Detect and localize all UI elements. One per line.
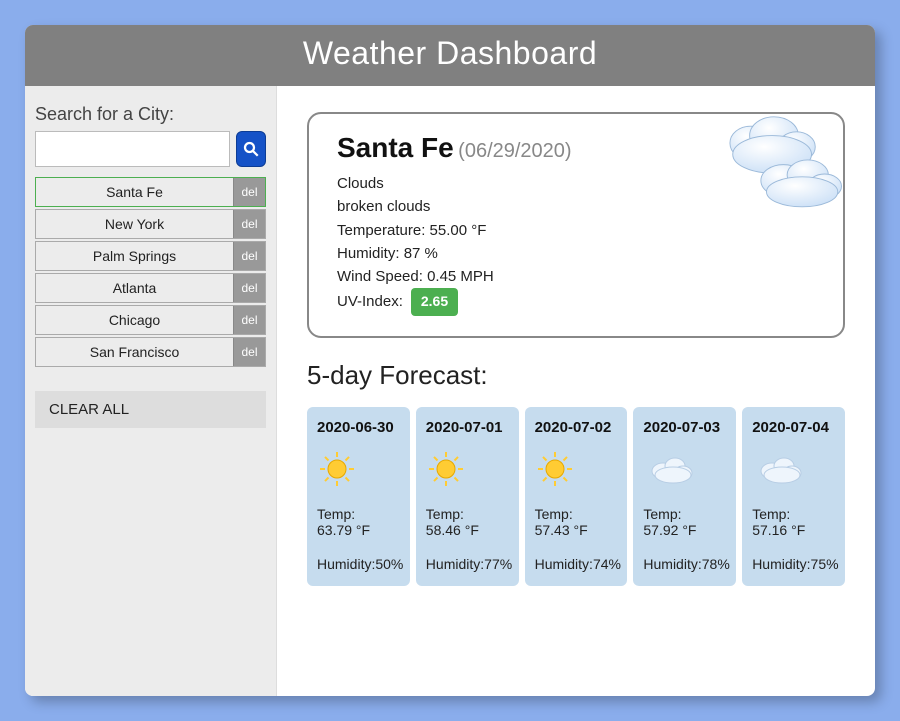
forecast-icon-wrap (752, 446, 835, 492)
history-delete-button[interactable]: del (233, 274, 265, 302)
search-history-list: Santa FedelNew YorkdelPalm SpringsdelAtl… (35, 177, 266, 369)
page-title: Weather Dashboard (25, 25, 875, 86)
temp-value: 55.00 °F (430, 222, 487, 239)
current-city: Santa Fe (337, 132, 454, 163)
sun-icon (535, 449, 575, 489)
forecast-humidity: Humidity:78% (643, 556, 726, 572)
current-weather-card: Santa Fe (06/29/2020) Clouds broken clou… (307, 112, 845, 338)
current-wind: Wind Speed: 0.45 MPH (337, 265, 815, 288)
history-item[interactable]: Palm Springsdel (35, 241, 266, 271)
forecast-temp-value: 63.79 °F (317, 522, 400, 538)
forecast-card: 2020-07-01 Temp: 58.46 °F Humidity:77% (416, 407, 519, 586)
big-cloud-icon (699, 104, 849, 214)
forecast-card: 2020-07-03 Temp: 57.92 °F Humidity:78% (633, 407, 736, 586)
forecast-temp-value: 58.46 °F (426, 522, 509, 538)
app-body: Search for a City: Santa FedelNew Yorkde… (25, 86, 875, 696)
city-search-input[interactable] (35, 131, 230, 167)
current-date: (06/29/2020) (458, 140, 571, 162)
forecast-icon-wrap (426, 446, 509, 492)
history-item-label: Palm Springs (36, 242, 233, 270)
history-delete-button[interactable]: del (233, 338, 265, 366)
cloud-icon (643, 449, 695, 489)
forecast-humidity: Humidity:74% (535, 556, 618, 572)
forecast-temp-label: Temp: (426, 506, 509, 522)
history-item-label: Chicago (36, 306, 233, 334)
history-item[interactable]: San Franciscodel (35, 337, 266, 367)
history-item[interactable]: Atlantadel (35, 273, 266, 303)
forecast-date: 2020-06-30 (317, 419, 400, 436)
uv-label: UV-Index: (337, 290, 403, 313)
forecast-temp-value: 57.92 °F (643, 522, 726, 538)
uv-badge: 2.65 (411, 288, 458, 316)
app-window: Weather Dashboard Search for a City: San… (25, 25, 875, 696)
history-item-label: Atlanta (36, 274, 233, 302)
wind-label: Wind Speed: (337, 268, 427, 285)
forecast-date: 2020-07-02 (535, 419, 618, 436)
history-item[interactable]: Santa Fedel (35, 177, 266, 207)
forecast-temp-label: Temp: (752, 506, 835, 522)
forecast-title: 5-day Forecast: (307, 360, 845, 391)
forecast-temp-label: Temp: (643, 506, 726, 522)
forecast-temp-value: 57.43 °F (535, 522, 618, 538)
history-delete-button[interactable]: del (233, 242, 265, 270)
forecast-temp-label: Temp: (535, 506, 618, 522)
forecast-humidity: Humidity:75% (752, 556, 835, 572)
forecast-icon-wrap (535, 446, 618, 492)
forecast-row: 2020-06-30 Temp: 63.79 °F Humidity:50% 2… (307, 407, 845, 586)
sidebar: Search for a City: Santa FedelNew Yorkde… (25, 86, 277, 696)
clear-all-button[interactable]: CLEAR ALL (35, 391, 266, 428)
forecast-temp-label: Temp: (317, 506, 400, 522)
current-humidity: Humidity: 87 % (337, 242, 815, 265)
cloud-icon (752, 449, 804, 489)
search-button[interactable] (236, 131, 266, 167)
wind-value: 0.45 MPH (427, 268, 494, 285)
forecast-icon-wrap (317, 446, 400, 492)
forecast-card: 2020-06-30 Temp: 63.79 °F Humidity:50% (307, 407, 410, 586)
search-label: Search for a City: (35, 104, 266, 125)
humidity-value: 87 % (404, 245, 438, 262)
sun-icon (317, 449, 357, 489)
history-delete-button[interactable]: del (233, 178, 265, 206)
forecast-humidity: Humidity:50% (317, 556, 400, 572)
current-temperature: Temperature: 55.00 °F (337, 219, 815, 242)
forecast-date: 2020-07-03 (643, 419, 726, 436)
main-panel: Santa Fe (06/29/2020) Clouds broken clou… (277, 86, 875, 696)
forecast-date: 2020-07-01 (426, 419, 509, 436)
forecast-humidity: Humidity:77% (426, 556, 509, 572)
history-item-label: Santa Fe (36, 178, 233, 206)
forecast-temp-value: 57.16 °F (752, 522, 835, 538)
history-item-label: New York (36, 210, 233, 238)
temp-label: Temperature: (337, 222, 430, 239)
history-delete-button[interactable]: del (233, 210, 265, 238)
sun-icon (426, 449, 466, 489)
forecast-date: 2020-07-04 (752, 419, 835, 436)
history-item[interactable]: Chicagodel (35, 305, 266, 335)
forecast-card: 2020-07-02 Temp: 57.43 °F Humidity:74% (525, 407, 628, 586)
current-uv: UV-Index: 2.65 (337, 288, 815, 316)
history-item[interactable]: New Yorkdel (35, 209, 266, 239)
search-row (35, 131, 266, 167)
humidity-label: Humidity: (337, 245, 404, 262)
history-delete-button[interactable]: del (233, 306, 265, 334)
history-item-label: San Francisco (36, 338, 233, 366)
search-icon (242, 140, 260, 158)
forecast-card: 2020-07-04 Temp: 57.16 °F Humidity:75% (742, 407, 845, 586)
forecast-icon-wrap (643, 446, 726, 492)
